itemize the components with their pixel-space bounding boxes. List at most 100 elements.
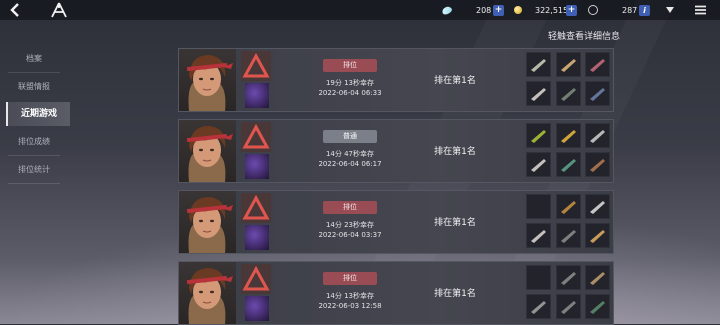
character-portrait xyxy=(179,191,236,253)
mode-badge: 排位 xyxy=(323,272,377,285)
rank-emblem-icon xyxy=(241,264,271,294)
character-portrait xyxy=(179,120,236,182)
equipment-slot xyxy=(556,52,581,77)
equipment-item-icon xyxy=(561,159,576,172)
equipment-item-icon xyxy=(590,130,605,143)
equipment-item-icon xyxy=(561,230,576,243)
equipment-item-icon xyxy=(531,301,546,314)
equipment-slot xyxy=(556,294,581,319)
equipment-slot xyxy=(585,294,610,319)
equipment-item-icon xyxy=(531,88,546,101)
equipment-item-icon xyxy=(561,88,576,101)
equipment-slot xyxy=(585,194,610,219)
top-bar: 208 + 322,515 + 287 i xyxy=(0,0,720,20)
equipment-slot xyxy=(556,123,581,148)
equipment-item-icon xyxy=(590,301,605,314)
equipment-slot xyxy=(526,223,551,248)
character-skill-icon xyxy=(245,296,269,321)
dropdown-icon[interactable] xyxy=(664,2,676,18)
equipment-item-icon xyxy=(561,301,576,314)
equipment-slot xyxy=(585,265,610,290)
back-icon[interactable] xyxy=(8,2,22,18)
equipment-item-icon xyxy=(561,59,576,72)
buy-gold-button[interactable]: + xyxy=(566,3,577,17)
character-skill-icon xyxy=(245,154,269,179)
equipment-item-icon xyxy=(590,59,605,72)
match-date: 2022-06-04 03:37 xyxy=(318,231,382,239)
logo-icon[interactable] xyxy=(50,2,68,18)
final-rank: 排在第1名 xyxy=(434,147,476,157)
equipment-item-icon xyxy=(531,59,546,72)
sidebar-divider xyxy=(8,155,60,156)
character-skill-icon xyxy=(245,83,269,108)
survival-time: 14分 13秒幸存 xyxy=(325,292,375,300)
equipment-slot xyxy=(585,223,610,248)
equipment-item-icon xyxy=(561,272,576,285)
equipment-slot xyxy=(526,52,551,77)
rank-emblem-icon xyxy=(241,122,271,152)
menu-icon[interactable] xyxy=(694,2,706,18)
match-date: 2022-06-04 06:33 xyxy=(318,89,382,97)
equipment-item-icon xyxy=(590,272,605,285)
equipment-item-icon xyxy=(590,88,605,101)
equipment-slot xyxy=(556,81,581,106)
info-button[interactable]: i xyxy=(639,3,650,17)
character-skill-icon xyxy=(245,225,269,250)
buy-gems-button[interactable]: + xyxy=(493,3,504,17)
equipment-slot xyxy=(556,265,581,290)
equipment-slot xyxy=(585,123,610,148)
equipment-slot xyxy=(526,294,551,319)
sidebar-item-alliance-info[interactable]: 联盟情报 xyxy=(0,75,68,99)
rank-emblem-icon xyxy=(241,193,271,223)
survival-time: 19分 13秒幸存 xyxy=(325,79,375,87)
gold-amount: 322,515 xyxy=(535,5,569,15)
mode-badge: 排位 xyxy=(323,59,377,72)
ticket-icon xyxy=(588,3,598,17)
gem-icon xyxy=(440,4,454,16)
sidebar-item-profile[interactable]: 档案 xyxy=(0,47,68,71)
plus-icon[interactable]: + xyxy=(493,4,504,16)
equipment-slot xyxy=(526,81,551,106)
gold-coin-icon xyxy=(514,3,522,17)
match-date: 2022-06-03 12:58 xyxy=(318,302,382,310)
match-row[interactable]: 排位 14分 13秒幸存 2022-06-03 12:58 排在第1名 xyxy=(178,261,614,325)
character-portrait xyxy=(179,49,236,111)
equipment-item-icon xyxy=(531,159,546,172)
match-row[interactable]: 普通 14分 47秒幸存 2022-06-04 06:17 排在第1名 xyxy=(178,119,614,183)
mode-badge: 排位 xyxy=(323,201,377,214)
equipment-slot xyxy=(526,123,551,148)
sidebar-divider xyxy=(8,183,60,184)
equipment-slot xyxy=(585,152,610,177)
sidebar-item-recent-games[interactable]: 近期游戏 xyxy=(6,102,70,126)
equipment-item-icon xyxy=(561,201,576,214)
final-rank: 排在第1名 xyxy=(434,76,476,86)
sidebar-item-ranked-stats[interactable]: 排位统计 xyxy=(0,158,68,182)
equipment-item-icon xyxy=(561,130,576,143)
equipment-slot xyxy=(556,194,581,219)
match-row[interactable]: 排位 19分 13秒幸存 2022-06-04 06:33 排在第1名 xyxy=(178,48,614,112)
rank-emblem-icon xyxy=(241,51,271,81)
equipment-item-icon xyxy=(531,230,546,243)
mode-badge: 普通 xyxy=(323,130,377,143)
equipment-slot xyxy=(526,152,551,177)
survival-time: 14分 23秒幸存 xyxy=(325,221,375,229)
equipment-slot xyxy=(556,152,581,177)
match-date: 2022-06-04 06:17 xyxy=(318,160,382,168)
match-row[interactable]: 排位 14分 23秒幸存 2022-06-04 03:37 排在第1名 xyxy=(178,190,614,254)
ticket-amount: 287 xyxy=(622,5,638,15)
equipment-item-icon xyxy=(531,130,546,143)
equipment-slot xyxy=(526,265,551,290)
sidebar-item-ranked-results[interactable]: 排位成绩 xyxy=(0,130,68,154)
equipment-item-icon xyxy=(590,159,605,172)
equipment-slot xyxy=(556,223,581,248)
tap-for-details-hint: 轻触查看详细信息 xyxy=(548,32,621,42)
survival-time: 14分 47秒幸存 xyxy=(325,150,375,158)
gem-counter xyxy=(440,3,454,17)
gem-amount: 208 xyxy=(476,5,492,15)
character-portrait xyxy=(179,262,236,324)
info-icon[interactable]: i xyxy=(639,4,650,16)
sidebar-divider xyxy=(8,72,60,73)
final-rank: 排在第1名 xyxy=(434,289,476,299)
plus-icon[interactable]: + xyxy=(566,4,577,16)
equipment-item-icon xyxy=(590,201,605,214)
